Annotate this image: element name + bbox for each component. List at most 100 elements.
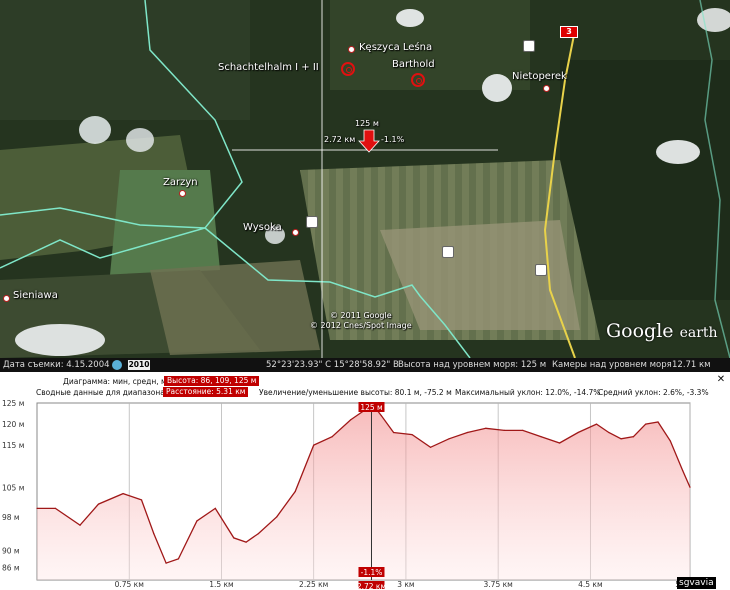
village-marker[interactable] (292, 229, 299, 236)
elevation-point (669, 440, 671, 442)
elevation-point (36, 507, 38, 509)
logo-earth-text: earth (679, 325, 718, 341)
elevation-point (632, 436, 635, 438)
place-label-nietoperek[interactable]: Nietoperek (512, 71, 567, 82)
google-earth-logo: Google earth (606, 320, 718, 342)
cursor-distance-label: 2.72 км (324, 135, 356, 144)
photo-poi-icon[interactable] (523, 40, 535, 52)
elevation-point (294, 490, 296, 493)
close-profile-icon[interactable]: ✕ (716, 375, 726, 385)
cursor-slope-label: -1.1% (381, 135, 405, 144)
elevation-point (122, 493, 124, 495)
imagery-date: Дата съемки: 4.15.2004 (3, 360, 110, 370)
y-tick-label: 90 м (2, 547, 20, 556)
place-label-barthold[interactable]: Barthold (392, 59, 435, 70)
bunker-marker[interactable] (341, 62, 355, 76)
y-tick-label: 115 м (2, 441, 24, 450)
watermark-sgvavia: sgvavia (677, 577, 716, 589)
cursor-distance-tag: 2.72 км (357, 582, 386, 589)
elevation-point (620, 438, 622, 440)
bunker-marker[interactable] (411, 73, 425, 87)
elevation-point (153, 533, 155, 535)
elevation-point (257, 533, 259, 535)
elevation-point (411, 434, 413, 436)
profile-header-label: Диаграмма: мин, средн, макс (63, 377, 180, 386)
x-tick-label: 1.5 км (209, 580, 234, 589)
elevation-point (485, 427, 487, 429)
elevation-profile-chart[interactable]: 0.75 км1.5 км2.25 км3 км3.75 км4.5 км5.3… (0, 399, 730, 589)
elevation-point (165, 562, 167, 564)
camera-poi-icon[interactable] (442, 246, 454, 258)
profile-header-elevation: Высота: 86, 109, 125 м (164, 376, 260, 386)
x-tick-label: 3 км (397, 580, 414, 589)
elevation-profile-panel: Диаграмма: мин, средн, макс Высота: 86, … (0, 372, 730, 590)
x-tick-label: 3.75 км (484, 580, 513, 589)
village-marker[interactable] (348, 46, 355, 53)
x-tick-label: 4.5 км (578, 580, 603, 589)
range-max-slope: Максимальный уклон: 12.0%, -14.7% (455, 388, 601, 397)
elevation-point (595, 423, 598, 425)
y-tick-label: 125 м (2, 399, 24, 408)
elevation-point (196, 520, 198, 522)
photo-poi-icon[interactable] (306, 216, 318, 228)
y-tick-label: 86 м (2, 563, 20, 572)
elevation-point (79, 524, 81, 526)
elevation-point (559, 442, 561, 444)
satellite-map[interactable]: Kęszyca Leśna Schachtelhalm I + II Barth… (0, 0, 730, 359)
village-marker[interactable] (3, 295, 10, 302)
elevation-point (54, 507, 57, 509)
place-label-sieniawa[interactable]: Sieniawa (13, 290, 58, 301)
elevation-point (97, 503, 100, 505)
imagery-year-button[interactable]: 2010 (128, 360, 150, 370)
elevation-point (380, 415, 382, 417)
elevation-point (313, 444, 315, 446)
elevation-point (429, 446, 432, 448)
elevation-point (645, 423, 647, 425)
elevation-point (233, 537, 235, 539)
place-label-zarzyn[interactable]: Zarzyn (163, 177, 198, 188)
elevation-point (689, 486, 691, 488)
x-tick-label: 0.75 км (115, 580, 144, 589)
range-summary-label: Сводные данные для диапазона (36, 388, 165, 397)
map-imagery (0, 0, 730, 359)
elevation-point (608, 431, 610, 434)
road-number-sign: 3 (560, 26, 578, 38)
elevation-point (503, 429, 505, 431)
place-label-wysoka[interactable]: Wysoka (243, 222, 282, 233)
eye-altitude-label: Камеры над уровнем моря (552, 360, 672, 370)
cursor-slope-tag: -1.1% (361, 568, 383, 577)
place-label-keszyca[interactable]: Kęszyca Leśna (359, 42, 432, 53)
elevation-point (540, 436, 542, 438)
elevation-point (177, 558, 180, 560)
elevation-point (448, 438, 450, 440)
ground-elevation: Высота над уровнем моря: 125 м (398, 360, 547, 370)
x-tick-label: 2.25 км (299, 580, 328, 589)
elevation-point (276, 516, 278, 518)
range-gain-loss: Увеличение/уменьшение высоты: 80.1 м, -7… (259, 388, 452, 397)
village-marker[interactable] (179, 190, 186, 197)
copyright-cnes: © 2012 Cnes/Spot Image (310, 321, 412, 330)
historical-imagery-clock-icon[interactable] (112, 360, 122, 370)
y-tick-label: 120 м (2, 420, 24, 429)
elevation-point (331, 436, 333, 438)
y-tick-label: 98 м (2, 513, 20, 522)
elevation-point (214, 507, 216, 509)
elevation-point (682, 469, 684, 472)
elevation-point (466, 431, 469, 434)
logo-google-text: Google (606, 320, 674, 342)
place-label-schachtelhalm[interactable]: Schachtelhalm I + II (218, 62, 319, 73)
camera-poi-icon[interactable] (535, 264, 547, 276)
y-tick-label: 105 м (2, 483, 24, 492)
copyright-google: © 2011 Google (330, 311, 392, 320)
village-marker[interactable] (543, 85, 550, 92)
range-distance: Расстояние: 5.31 км (163, 387, 249, 397)
elevation-point (140, 499, 143, 501)
cursor-elevation-label: 125 м (355, 119, 379, 128)
elevation-point (393, 431, 395, 434)
elevation-point (349, 419, 352, 421)
cursor-coordinates: 52°23'23.93" С 15°28'58.92" В (266, 360, 399, 370)
cursor-elevation-tag: 125 м (360, 403, 382, 412)
elevation-point (657, 421, 659, 423)
status-bar: Дата съемки: 4.15.2004 52°23'23.93" С 15… (0, 358, 730, 372)
eye-altitude-value: 12.71 км (672, 360, 711, 370)
